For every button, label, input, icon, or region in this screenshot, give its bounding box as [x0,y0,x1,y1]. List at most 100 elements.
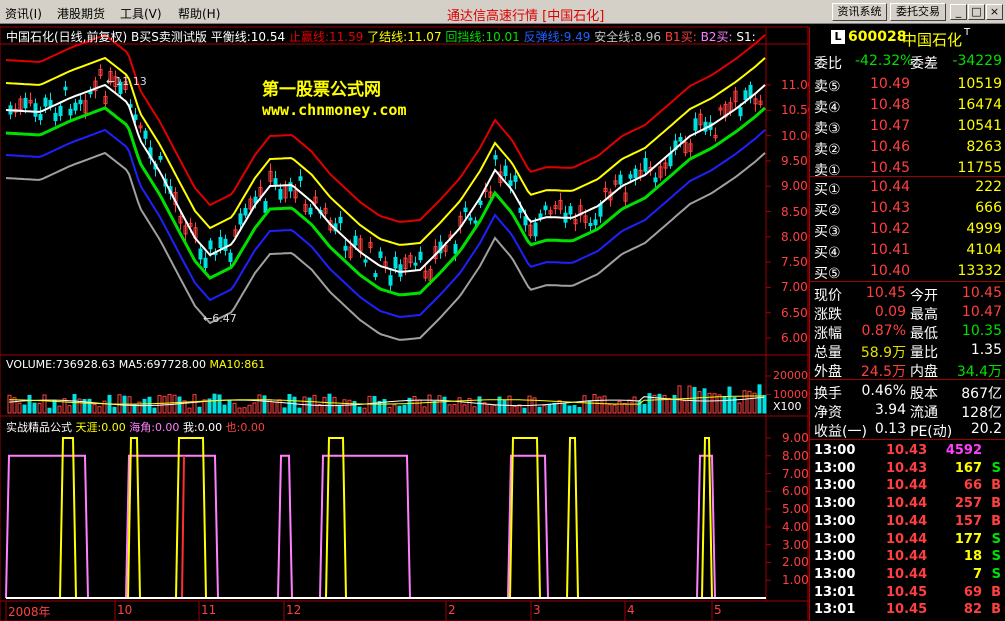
candle-down [378,251,383,259]
volume-bar [552,402,557,414]
tick-row[interactable]: 13:01 10.45 69 B [810,584,1005,602]
volume-bar [337,404,342,414]
stock-name-period: 中国石化(日线,前复权) [6,30,128,44]
tick-time: 13:01 [814,584,856,600]
price-axis-label: 7.50 [781,255,808,270]
candle-down [618,174,623,185]
ma5-value: 697728.00 [146,358,207,371]
tick-row[interactable]: 13:00 10.44 18 S [810,548,1005,566]
stats-row: 外盘 24.5万 内盘 34.4万 [810,359,1005,380]
weicha-value: -34229 [952,53,1002,69]
chart-canvas[interactable] [0,0,809,621]
ticks-divider [810,439,1005,440]
tick-flag: S [991,549,1001,565]
indicator-axis-label: 6.00 [782,484,809,499]
tick-row[interactable]: 13:01 10.45 82 B [810,601,1005,619]
candle-down [198,248,203,260]
volume-header: VOLUME:736928.63 MA5:697728.00 MA10:861 [6,358,265,371]
tick-row[interactable]: 13:00 10.43 167 S [810,460,1005,478]
stats-row: 涨跌 0.09 最高 10.47 [810,302,1005,323]
volume-bar [22,404,27,414]
ye-label: 也: [225,421,241,434]
volume-bar [67,405,72,414]
tick-row[interactable]: 13:00 10.44 66 B [810,477,1005,495]
tick-flag: S [991,566,1001,582]
stat-value: 10.35 [961,323,1002,339]
candle-down [633,168,638,179]
candle-down [38,114,43,121]
level-badge: L [831,30,845,44]
tick-row[interactable]: 13:00 10.44 257 B [810,495,1005,513]
volume-bar [272,401,277,414]
candle-down [543,205,548,211]
stat-value: 10.47 [961,304,1002,320]
volume-bar [247,404,252,414]
time-axis-label: 12 [286,603,302,617]
volume-bar [357,406,362,414]
tick-row[interactable]: 13:00 10.44 7 S [810,566,1005,584]
volume-bars-group [7,384,767,414]
info-system-button[interactable]: 资讯系统 [832,3,887,21]
close-icon[interactable]: × [986,4,1003,20]
volume-bar [557,400,562,414]
haijiao-label: 海角: [129,421,155,434]
safe-label: 安全线: [594,30,635,44]
candle-down [218,236,223,249]
tick-volume: 18 [963,549,982,565]
tick-time: 13:00 [814,566,856,582]
maximize-icon[interactable]: □ [968,4,985,20]
tick-price: 10.45 [886,602,928,618]
ask-label: 卖⑤ [814,79,841,95]
stat-value: 34.4万 [956,364,1002,380]
candle-down [393,256,398,269]
volume-bar [452,403,457,414]
volume-bar [417,399,422,414]
rebound-label: 反弹线: [523,30,564,44]
bid-row: 买② 10.43 666 [810,198,1005,219]
candle-down [473,220,478,224]
ma10-label: MA10: [209,358,245,371]
volume-bar [242,407,247,414]
indicator-lines-group [5,437,766,599]
time-axis-label: 5 [714,603,722,617]
tick-row[interactable]: 13:00 10.43 4592 [810,442,1005,460]
volume-bar [632,396,637,414]
candle-down [513,175,518,182]
volume-bar [547,403,552,414]
tick-flag: S [991,460,1001,476]
wo-value: 0.00 [197,421,223,434]
candle-down [73,102,78,111]
candle-down [238,213,243,225]
bid-volume: 666 [975,200,1002,216]
volume-bar [112,406,117,414]
tick-row[interactable]: 13:00 10.44 177 S [810,531,1005,549]
rebound-value: 9.49 [563,30,591,44]
safe-value: 8.96 [634,30,661,44]
bid-price: 10.42 [870,221,911,237]
time-axis-label: 4 [627,603,635,617]
indicator-header: 实战精品公式 天涯:0.00 海角:0.00 我:0.00 也:0.00 [6,419,265,435]
time-axis-label: 2008年 [8,605,51,619]
bid-row: 买③ 10.42 4999 [810,219,1005,240]
stat-value: 24.5万 [860,364,906,380]
volume-bar [642,403,647,414]
candle-down [653,177,658,183]
candle-down [508,180,513,186]
tick-row[interactable]: 13:00 10.44 157 B [810,513,1005,531]
ask-row: 卖④ 10.48 16474 [810,95,1005,116]
minimize-icon[interactable]: _ [950,4,967,20]
candle-down [478,200,483,205]
volume-bar [372,396,377,414]
candle-down [588,222,593,227]
volume-value: 736928.63 [55,358,116,371]
trade-button[interactable]: 委托交易 [890,3,946,21]
candle-down [353,235,358,246]
candle-down [158,156,163,160]
ask-row: 卖③ 10.47 10541 [810,116,1005,137]
volume-bar [432,401,437,414]
volume-bar [722,396,727,414]
candle-down [298,176,303,181]
haijiao-line [5,454,766,599]
volume-bar [342,399,347,414]
volume-bar [537,406,542,414]
